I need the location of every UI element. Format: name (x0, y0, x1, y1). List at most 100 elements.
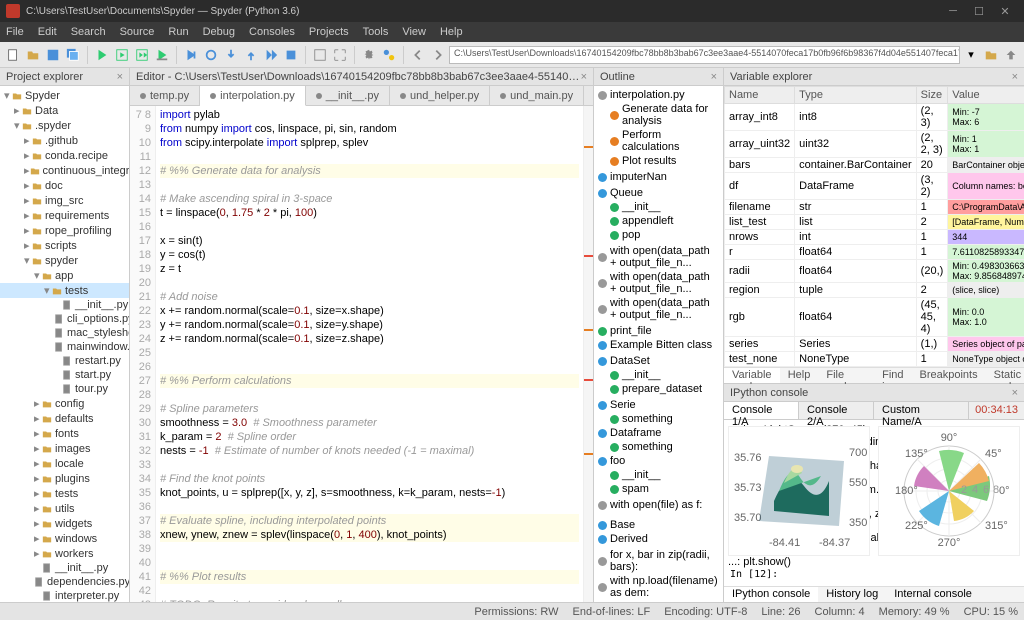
tree-item[interactable]: ▸doc (0, 178, 129, 193)
outline-item[interactable]: Derived (596, 532, 721, 546)
tree-item[interactable]: ▾Spyder (0, 88, 129, 103)
tree-item[interactable]: start.py (0, 368, 129, 382)
outline-item[interactable]: imputerNan (596, 170, 721, 184)
variable-row[interactable]: nrowsint1344 (725, 230, 1024, 245)
tree-item[interactable]: tour.py (0, 382, 129, 396)
tree-item[interactable]: ▾spyder (0, 253, 129, 268)
back-button[interactable] (409, 46, 427, 64)
menu-help[interactable]: Help (440, 26, 463, 38)
outline-item[interactable]: Example Bitten class (596, 338, 721, 352)
outline-item[interactable]: with np.load(filename) as dem: (596, 574, 721, 600)
tree-item[interactable]: ▸workers (0, 546, 129, 561)
debug-continue-button[interactable] (262, 46, 280, 64)
menu-debug[interactable]: Debug (203, 26, 235, 38)
variable-row[interactable]: test_noneNoneType1NoneType object of bui… (725, 352, 1024, 367)
outline-item[interactable]: __init__ (596, 200, 721, 214)
console-tab[interactable]: Console 1/A (724, 402, 799, 419)
variable-table[interactable]: NameTypeSizeValuearray_int8int8(2, 3)Min… (724, 86, 1024, 367)
debug-step-button[interactable] (202, 46, 220, 64)
varex-subtab[interactable]: Find in files (874, 368, 911, 383)
tree-item[interactable]: mac_stylesheet.qss (0, 326, 129, 340)
tree-item[interactable]: ▸scripts (0, 238, 129, 253)
run-cell-button[interactable] (113, 46, 131, 64)
outline-item[interactable]: something (596, 440, 721, 454)
tree-item[interactable]: ▸locale (0, 456, 129, 471)
outline-item[interactable]: __init__ (596, 368, 721, 382)
console-tab[interactable]: Custom Name/A (874, 402, 969, 419)
console-bottom-tab[interactable]: Internal console (886, 587, 980, 602)
tree-item[interactable]: interpreter.py (0, 589, 129, 602)
tree-item[interactable]: ▾app (0, 268, 129, 283)
outline-close[interactable]: × (711, 71, 717, 83)
outline-item[interactable]: Dataframe (596, 426, 721, 440)
outline-item[interactable]: Perform calculations (596, 128, 721, 154)
outline-item[interactable]: with open(data_path + output_file_n... (596, 270, 721, 296)
tree-item[interactable]: ▸Data (0, 103, 129, 118)
menu-run[interactable]: Run (168, 26, 188, 38)
tree-item[interactable]: ▸windows (0, 531, 129, 546)
outline-item[interactable]: spam (596, 482, 721, 496)
varex-subtab[interactable]: Static code analysis (986, 368, 1024, 383)
outline-item[interactable]: with open(data_path + output_file_n... (596, 244, 721, 270)
tree-item[interactable]: cli_options.py (0, 312, 129, 326)
code-body[interactable]: import pylab from numpy import cos, lins… (156, 106, 583, 602)
parent-dir-button[interactable] (1002, 46, 1020, 64)
outline-item[interactable]: Plot results (596, 154, 721, 168)
variable-row[interactable]: seriesSeries(1,)Series object of pandas.… (725, 337, 1024, 352)
debug-step-into-button[interactable] (222, 46, 240, 64)
outline-item[interactable]: foo (596, 454, 721, 468)
outline-item[interactable]: Base (596, 518, 721, 532)
outline-item[interactable]: Queue (596, 186, 721, 200)
variable-row[interactable]: dfDataFrame(3, 2)Column names: bools, in… (725, 173, 1024, 200)
code-editor[interactable]: 7 8 9 10 11 12 13 14 15 16 17 18 19 20 2… (130, 106, 593, 602)
variable-row[interactable]: radiifloat64(20,)Min: 0.4983036638535687… (725, 260, 1024, 283)
menu-view[interactable]: View (402, 26, 426, 38)
varex-subtab[interactable]: Variable explorer (724, 368, 780, 383)
variable-explorer-close[interactable]: × (1012, 71, 1018, 83)
tree-item[interactable]: ▸conda.recipe (0, 148, 129, 163)
tree-item[interactable]: ▸tests (0, 486, 129, 501)
minimize-button[interactable]: ─ (940, 5, 966, 17)
variable-row[interactable]: rfloat6417.611082589334796 (725, 245, 1024, 260)
pythonpath-button[interactable] (380, 46, 398, 64)
variable-row[interactable]: barscontainer.BarContainer20BarContainer… (725, 158, 1024, 173)
menu-source[interactable]: Source (120, 26, 155, 38)
new-file-button[interactable] (4, 46, 22, 64)
debug-step-out-button[interactable] (242, 46, 260, 64)
console-prompt[interactable]: In [12]: (730, 569, 778, 580)
variable-row[interactable]: filenamestr1C:\ProgramData\Anaconda3\lib… (725, 200, 1024, 215)
variable-row[interactable]: array_uint32uint32(2, 2, 3)Min: 1 Max: 1 (725, 131, 1024, 158)
menu-tools[interactable]: Tools (363, 26, 389, 38)
outline-item[interactable]: Generate data for analysis (596, 102, 721, 128)
editor-close[interactable]: × (581, 71, 587, 83)
console-bottom-tab[interactable]: IPython console (724, 587, 818, 602)
project-explorer-close[interactable]: × (117, 71, 123, 83)
console-body[interactable]: ...: ls = LightSource(270, 45)...: # To … (724, 420, 1024, 586)
outline-item[interactable]: appendleft (596, 214, 721, 228)
run-selection-button[interactable] (153, 46, 171, 64)
menu-search[interactable]: Search (71, 26, 106, 38)
tree-item[interactable]: ▸utils (0, 501, 129, 516)
browse-dir-button[interactable] (982, 46, 1000, 64)
tree-item[interactable]: ▾.spyder (0, 118, 129, 133)
max-pane-button[interactable] (311, 46, 329, 64)
editor-tab[interactable]: interpolation.py (200, 86, 306, 106)
maximize-button[interactable]: ☐ (966, 5, 992, 18)
outline-item[interactable]: with open(file) as f: (596, 498, 721, 512)
outline-item[interactable]: Serie (596, 398, 721, 412)
save-button[interactable] (44, 46, 62, 64)
tree-item[interactable]: ▸img_src (0, 193, 129, 208)
outline-item[interactable]: print_file (596, 324, 721, 338)
editor-tab[interactable]: und_main.py (490, 86, 584, 105)
dir-dropdown-button[interactable]: ▾ (962, 46, 980, 64)
save-all-button[interactable] (64, 46, 82, 64)
tree-item[interactable]: ▸widgets (0, 516, 129, 531)
editor-tab[interactable]: __init__.py (306, 86, 390, 105)
debug-stop-button[interactable] (282, 46, 300, 64)
tree-item[interactable]: dependencies.py (0, 575, 129, 589)
outline-item[interactable]: with open(data_path + output_file_n... (596, 296, 721, 322)
varex-subtab[interactable]: Help (780, 368, 819, 383)
run-cell-advance-button[interactable] (133, 46, 151, 64)
tree-item[interactable]: ▸defaults (0, 411, 129, 426)
open-file-button[interactable] (24, 46, 42, 64)
